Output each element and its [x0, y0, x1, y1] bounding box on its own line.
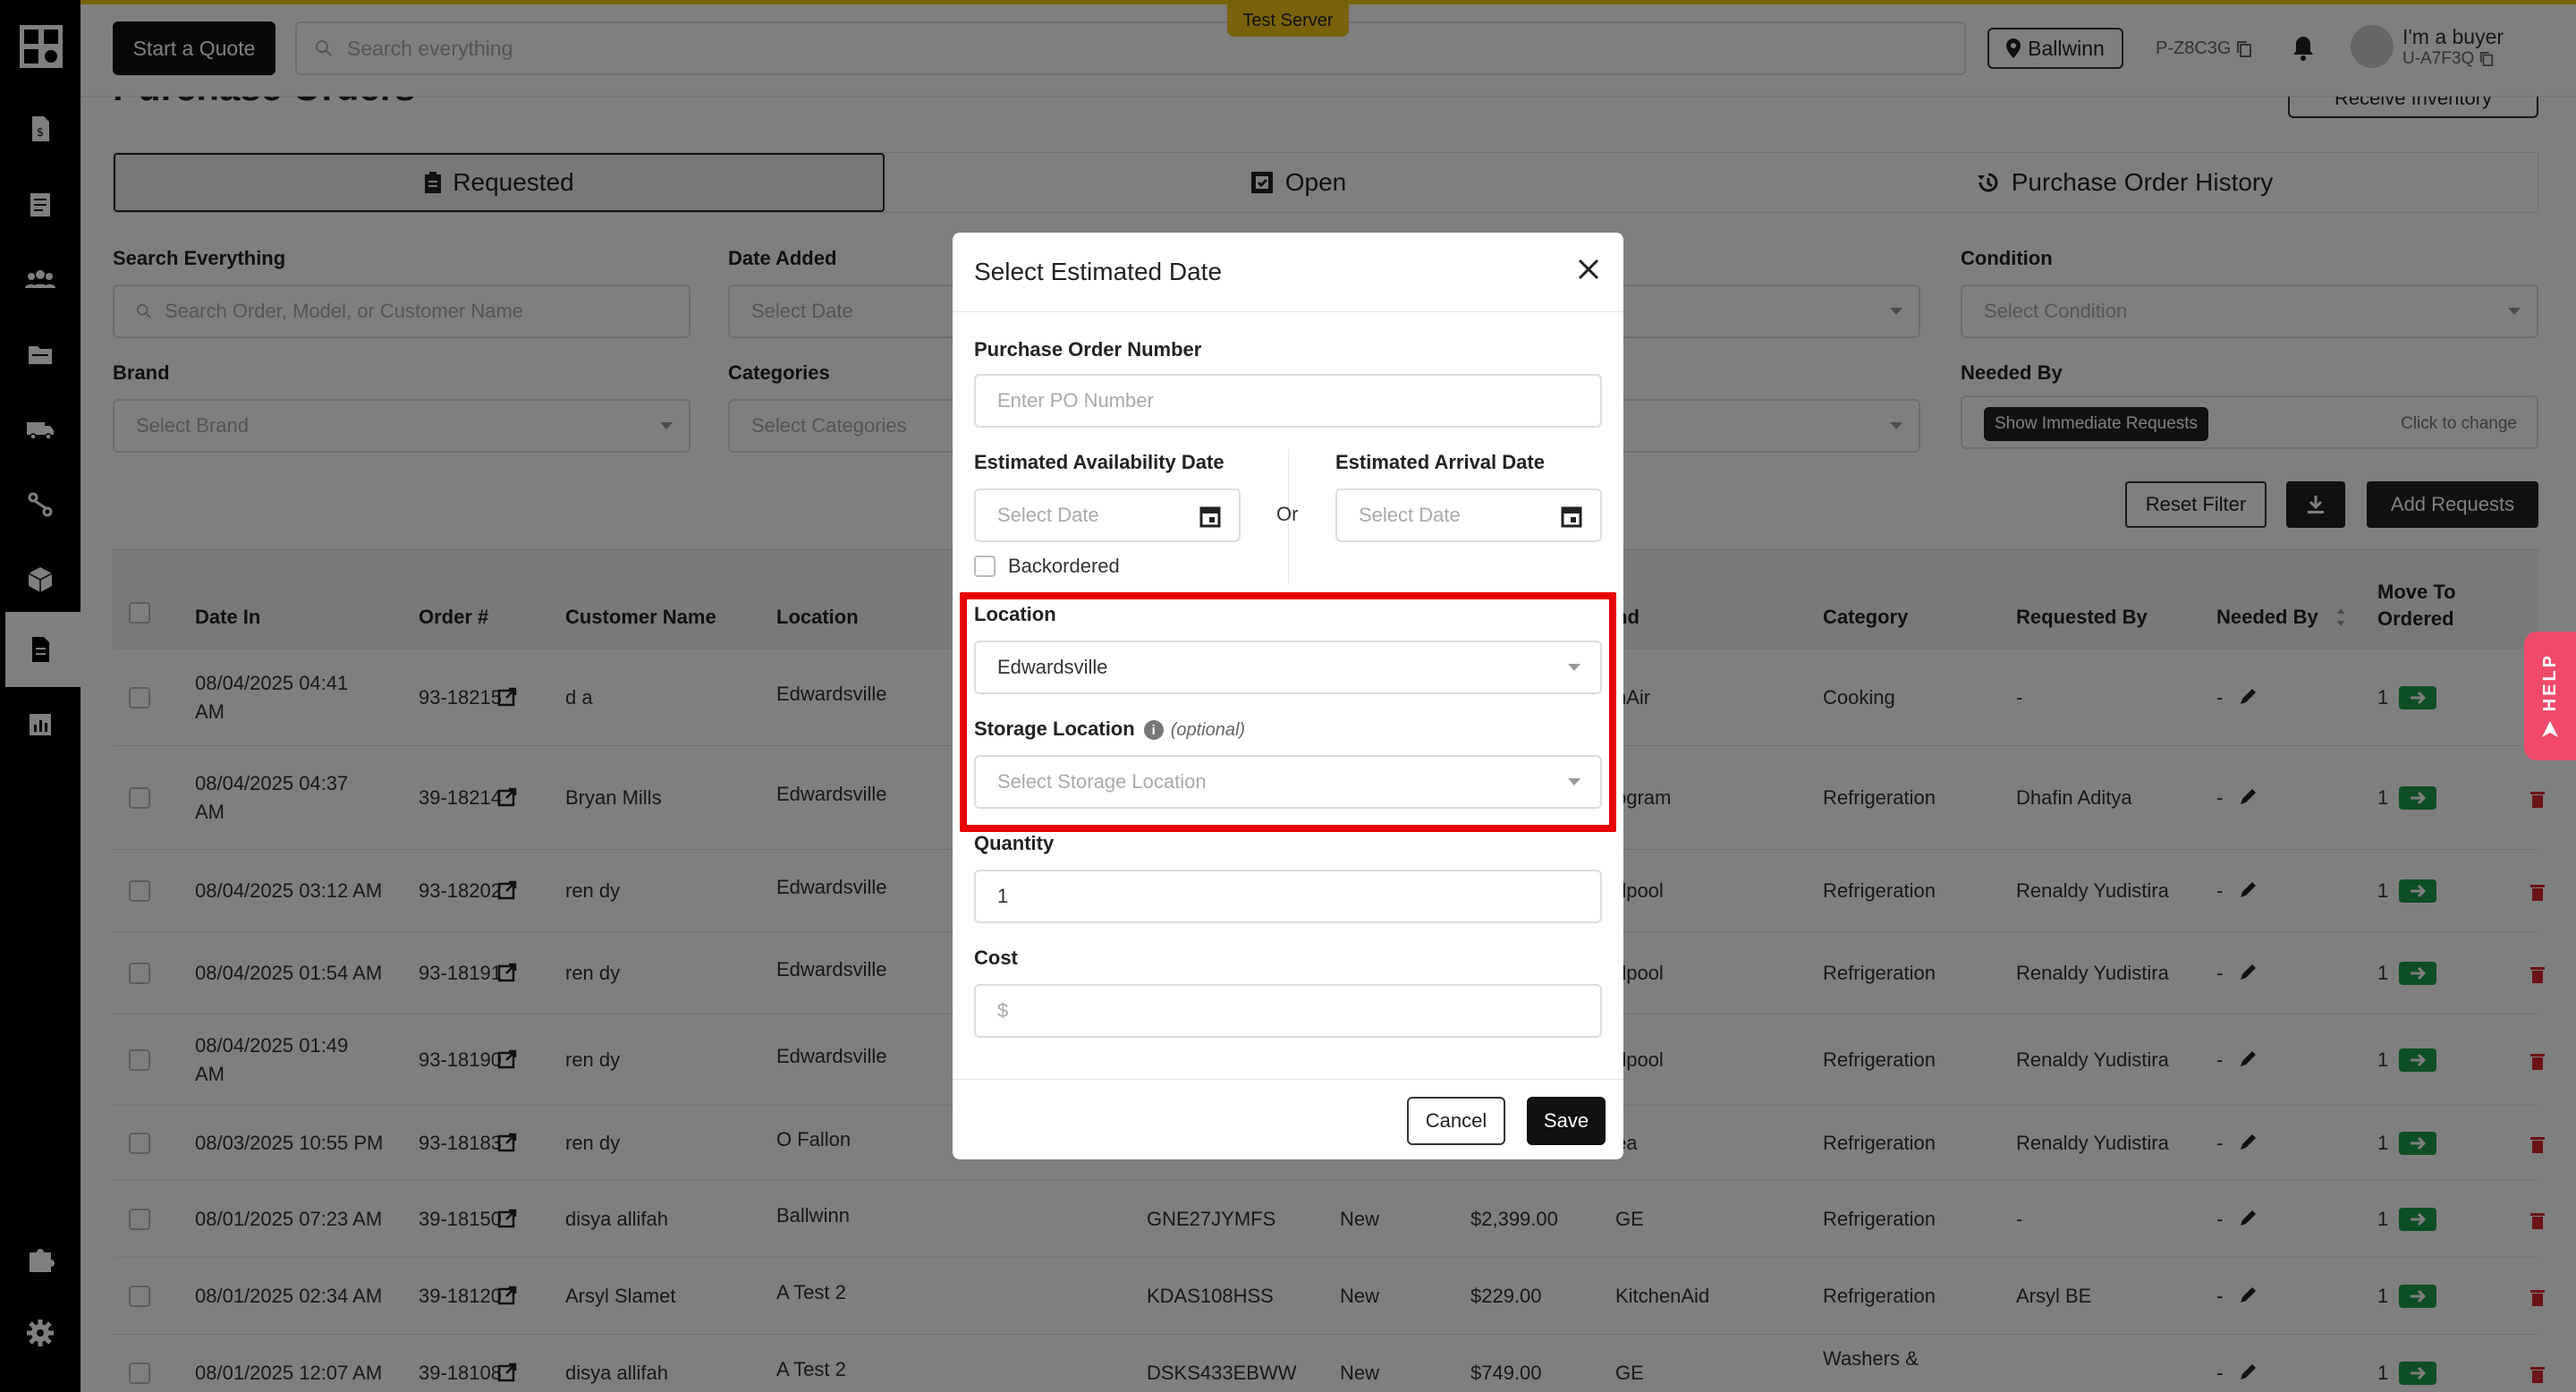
availability-date-placeholder: Select Date [997, 504, 1099, 526]
help-label: HELP [2539, 653, 2560, 712]
modal-header-divider [953, 311, 1623, 312]
backordered-label: Backordered [1008, 555, 1120, 577]
backordered-checkbox[interactable] [974, 556, 996, 577]
quantity-label: Quantity [974, 832, 1055, 854]
cancel-button[interactable]: Cancel [1407, 1097, 1505, 1145]
po-number-input[interactable]: Enter PO Number [974, 374, 1602, 428]
po-number-label: Purchase Order Number [974, 338, 1202, 361]
calendar-icon [1199, 506, 1221, 528]
estimated-availability-label: Estimated Availability Date [974, 451, 1224, 473]
availability-date-input[interactable]: Select Date [974, 488, 1241, 542]
arrival-date-input[interactable]: Select Date [1335, 488, 1602, 542]
cost-input[interactable]: $ [974, 984, 1602, 1038]
quantity-input[interactable]: 1 [974, 870, 1602, 923]
estimated-arrival-label: Estimated Arrival Date [1335, 451, 1545, 473]
arrow-cursor-icon [2542, 720, 2558, 737]
calendar-icon [1561, 506, 1582, 528]
or-text: Or [1276, 503, 1299, 525]
save-button[interactable]: Save [1527, 1097, 1606, 1145]
help-tab[interactable]: HELP [2524, 632, 2576, 760]
select-estimated-date-modal: Select Estimated Date Purchase Order Num… [953, 233, 1623, 1159]
arrival-date-placeholder: Select Date [1359, 504, 1461, 526]
cost-label: Cost [974, 946, 1018, 969]
close-icon[interactable] [1577, 258, 1600, 281]
highlight-frame [960, 592, 1616, 832]
backordered-option[interactable]: Backordered [974, 555, 1120, 578]
modal-title: Select Estimated Date [974, 258, 1223, 285]
modal-footer-divider [953, 1079, 1623, 1080]
